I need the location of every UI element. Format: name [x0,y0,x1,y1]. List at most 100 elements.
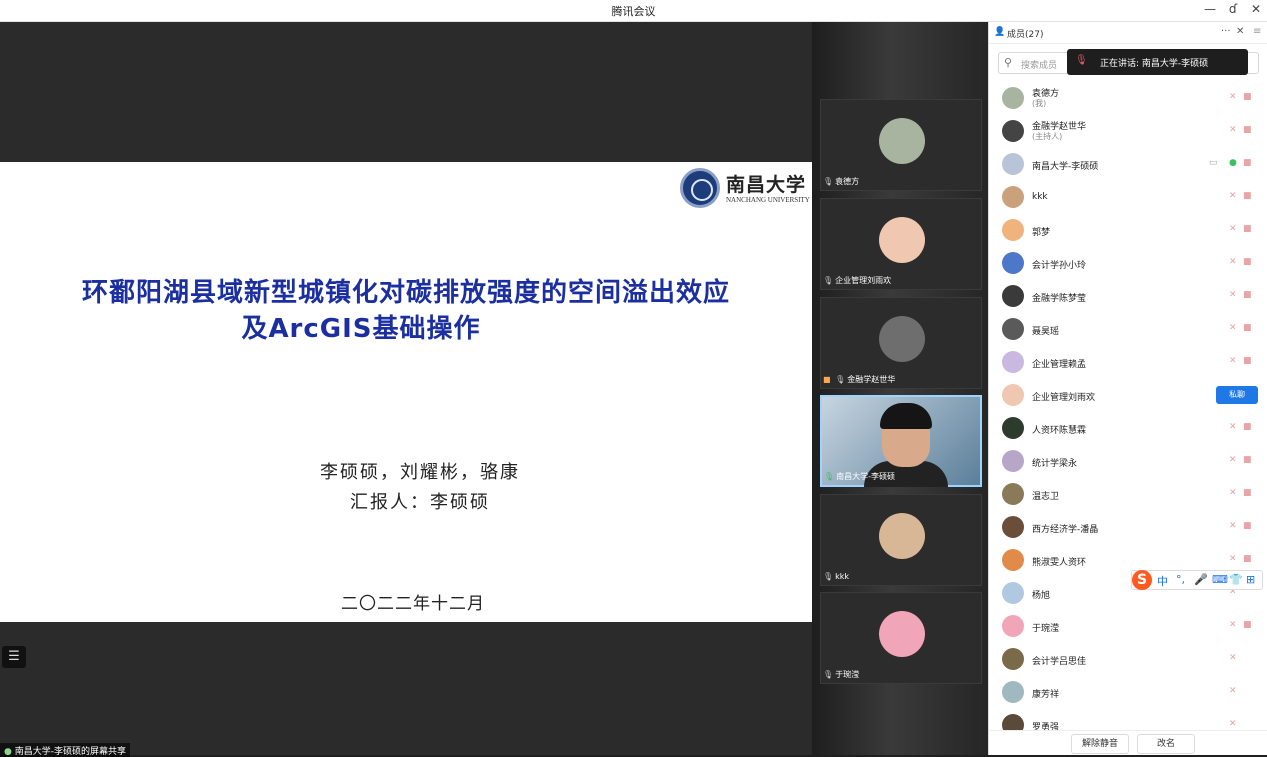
share-label-text: 南昌大学-李硕硕的屏幕共享 [14,747,126,757]
maximize-button[interactable]: ɗ [1224,2,1242,16]
camera-off-icon[interactable]: ■ [1243,158,1252,168]
tile-name-text: 金融学赵世华 [847,375,896,384]
avatar [1002,318,1024,340]
window-title: 腾讯会议 [611,5,656,18]
punctuation-icon[interactable]: °, [1176,573,1185,586]
avatar [1002,153,1024,175]
list-item[interactable]: 金融学赵世华 (主持人) ✕ ■ [989,115,1267,148]
mic-muted-icon[interactable]: ✕ [1229,224,1237,234]
mic-muted-icon[interactable]: ✕ [1229,719,1237,729]
mic-muted-icon[interactable]: ✕ [1229,257,1237,267]
camera-off-icon[interactable]: ■ [1243,488,1252,498]
list-item[interactable]: 西方经济学-潘晶 ✕ ■ [989,511,1267,544]
voice-input-icon[interactable]: 🎤 [1194,573,1208,586]
camera-off-icon[interactable]: ■ [1243,125,1252,135]
mic-muted-icon[interactable]: ✕ [1229,422,1237,432]
avatar [1002,582,1024,604]
person-icon: 👤 [994,27,1006,37]
mic-muted-icon[interactable]: ✕ [1229,455,1237,465]
camera-off-icon[interactable]: ■ [1243,422,1252,432]
list-item[interactable]: 郭梦 ✕ ■ [989,214,1267,247]
list-item[interactable]: 会计学吕思佳 ✕ [989,643,1267,676]
list-item[interactable]: 会计学孙小玲 ✕ ■ [989,247,1267,280]
camera-off-icon[interactable]: ■ [1243,455,1252,465]
list-item[interactable]: kkk ✕ ■ [989,181,1267,214]
list-item[interactable]: 企业管理赖孟 ✕ ■ [989,346,1267,379]
video-tile[interactable]: 🎙 kkk [820,494,982,586]
camera-off-icon[interactable]: ■ [1243,191,1252,201]
mic-muted-icon[interactable]: ✕ [1229,290,1237,300]
private-chat-button[interactable]: 私聊 [1216,386,1258,404]
mic-muted-icon[interactable]: ✕ [1229,554,1237,564]
slide-date: 二〇二二年十二月 [341,594,485,614]
more-icon[interactable]: ··· [1221,26,1231,37]
ime-toolbar: S 中 °, 🎤 ⌨ 👕 ⊞ [1131,570,1263,590]
panel-close-icon[interactable]: ✕ [1236,26,1244,37]
list-item[interactable]: 袁德方 (我) ✕ ■ [989,82,1267,115]
tile-name-text: 企业管理刘雨欢 [835,276,892,285]
minimize-button[interactable]: — [1201,2,1219,16]
university-seal-icon [680,168,720,208]
camera-off-icon[interactable]: ■ [1243,356,1252,366]
video-tile[interactable]: 🎙 于琬滢 [820,592,982,684]
list-item[interactable]: 人资环陈慧霖 ✕ ■ [989,412,1267,445]
tile-name: 🎙 企业管理刘雨欢 [823,275,891,287]
list-item[interactable]: 康芳祥 ✕ [989,676,1267,709]
tile-name: 🎙 于琬滢 [823,669,859,681]
list-icon[interactable]: ☰ [2,646,26,668]
camera-off-icon[interactable]: ■ [1243,521,1252,531]
chinese-mode-icon[interactable]: 中 [1157,573,1168,589]
camera-off-icon[interactable]: ■ [1243,290,1252,300]
shared-screen-stage: 南昌大学 NANCHANG UNIVERSITY 环鄱阳湖县域新型城镇化对碳排放… [0,22,812,757]
panel-menu-icon[interactable]: ≡ [1253,26,1261,37]
sogou-logo-icon[interactable]: S [1132,570,1152,590]
list-item[interactable]: 金融学陈梦莹 ✕ ■ [989,280,1267,313]
list-item[interactable]: 温志卫 ✕ ■ [989,478,1267,511]
mic-muted-icon[interactable]: ✕ [1229,620,1237,630]
video-tile[interactable]: 🎙 企业管理刘雨欢 [820,198,982,290]
list-item[interactable]: 统计学梁永 ✕ ■ [989,445,1267,478]
mic-muted-icon[interactable]: ✕ [1229,521,1237,531]
toolbox-icon[interactable]: ⊞ [1246,573,1255,586]
mic-off-icon: 🎙 [823,177,834,186]
camera-off-icon[interactable]: ■ [1243,620,1252,630]
unmute-all-button[interactable]: 解除静音 [1071,734,1129,754]
list-item[interactable]: 企业管理刘雨欢 私聊 [989,379,1267,412]
keyboard-icon[interactable]: ⌨ [1212,573,1228,586]
video-tile[interactable]: 🎙 袁德方 [820,99,982,191]
mic-on-icon: 🎙 [824,472,835,481]
close-button[interactable]: ✕ [1247,2,1265,16]
list-item[interactable]: 聂昊瑶 ✕ ■ [989,313,1267,346]
avatar [1002,714,1024,730]
camera-off-icon[interactable]: ■ [1243,554,1252,564]
camera-off-icon[interactable]: ■ [1243,257,1252,267]
mic-muted-icon[interactable]: ✕ [1229,488,1237,498]
mic-muted-icon[interactable]: ✕ [1229,92,1237,102]
video-tile-active-speaker[interactable]: 🎙 南昌大学-李硕硕 [820,395,982,487]
list-item[interactable]: 南昌大学-李硕硕 ▭ ● ■ [989,148,1267,181]
tile-name-text: 袁德方 [835,177,860,186]
member-list: 袁德方 (我) ✕ ■ 金融学赵世华 (主持人) ✕ ■ 南昌大学-李硕硕 ▭ ● ■ kkk ✕ ■… [989,82,1267,730]
slide-reporter: 汇报人：李硕硕 [350,492,490,513]
member-role: (我) [1032,99,1047,108]
mic-muted-icon[interactable]: ✕ [1229,356,1237,366]
mic-on-icon[interactable]: ● [1229,158,1237,168]
camera-off-icon[interactable]: ■ [1243,323,1252,333]
camera-off-icon[interactable]: ■ [1243,224,1252,234]
rename-button[interactable]: 改名 [1137,734,1195,754]
presentation-slide: 南昌大学 NANCHANG UNIVERSITY 环鄱阳湖县域新型城镇化对碳排放… [0,162,812,622]
video-tile[interactable]: ■ 🎙 金融学赵世华 [820,297,982,389]
mic-muted-icon[interactable]: ✕ [1229,323,1237,333]
skin-icon[interactable]: 👕 [1229,573,1243,586]
list-item[interactable]: 于琬滢 ✕ ■ [989,610,1267,643]
camera-off-icon[interactable]: ■ [1243,92,1252,102]
members-panel: 👤 成员(27) ··· ✕ ≡ ⚲ 搜索成员 🎙 正在讲话: 南昌大学-李硕硕… [988,22,1267,755]
avatar [1002,186,1024,208]
mic-muted-icon[interactable]: ✕ [1229,125,1237,135]
list-item[interactable]: 罗勇强 ✕ [989,709,1267,730]
mic-muted-icon[interactable]: ✕ [1229,686,1237,696]
avatar [879,217,925,263]
mic-muted-icon[interactable]: ✕ [1229,191,1237,201]
mic-muted-icon[interactable]: ✕ [1229,653,1237,663]
speaker-video-hair [880,403,932,429]
